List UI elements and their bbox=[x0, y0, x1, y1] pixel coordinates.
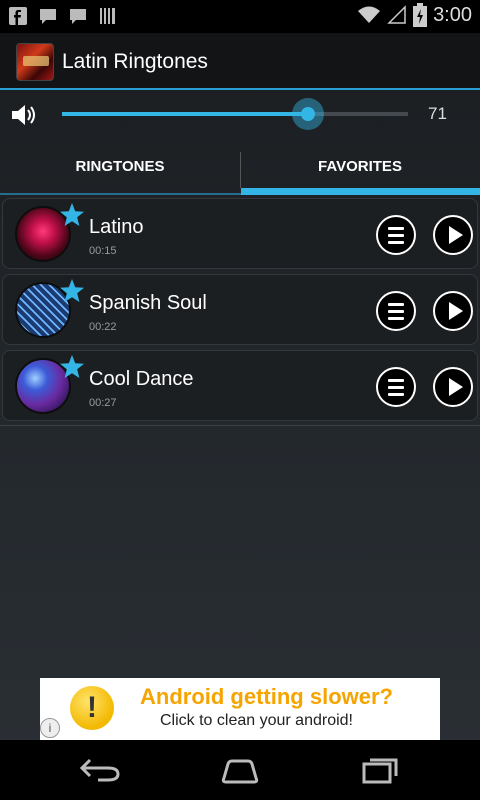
favorite-star-icon[interactable] bbox=[59, 278, 85, 304]
play-button[interactable] bbox=[433, 367, 473, 407]
ringtone-row[interactable]: Spanish Soul 00:22 bbox=[2, 274, 478, 345]
chat-icon bbox=[40, 9, 56, 24]
app-title: Latin Ringtones bbox=[62, 50, 208, 73]
status-bar: 3:00 bbox=[0, 0, 480, 33]
menu-button[interactable] bbox=[376, 367, 416, 407]
ringtone-duration: 00:27 bbox=[89, 397, 117, 409]
play-icon bbox=[449, 378, 463, 396]
clock: 3:00 bbox=[433, 3, 472, 26]
navigation-bar bbox=[0, 740, 480, 800]
tab-selected-indicator bbox=[241, 188, 480, 195]
list-divider bbox=[0, 425, 480, 426]
battery-charging-icon bbox=[413, 3, 428, 27]
ringtone-duration: 00:15 bbox=[89, 245, 117, 257]
volume-slider[interactable] bbox=[62, 98, 408, 130]
app-bar: Latin Ringtones bbox=[0, 33, 480, 90]
ringtone-row[interactable]: Latino 00:15 bbox=[2, 198, 478, 269]
wifi-icon bbox=[358, 6, 381, 23]
volume-control: 71 bbox=[0, 90, 480, 140]
ad-info-icon[interactable]: i bbox=[40, 718, 60, 738]
volume-slider-thumb[interactable] bbox=[292, 98, 324, 130]
facebook-icon bbox=[9, 7, 27, 25]
ringtone-list: Latino 00:15 Spanish Soul 00:22 Cool Dan… bbox=[0, 198, 480, 426]
play-button[interactable] bbox=[433, 215, 473, 255]
barcode-icon bbox=[100, 8, 115, 24]
ad-title: Android getting slower? bbox=[140, 684, 393, 709]
favorite-star-icon[interactable] bbox=[59, 354, 85, 380]
chat-icon bbox=[70, 9, 86, 24]
ringtone-duration: 00:22 bbox=[89, 321, 117, 333]
favorite-star-icon[interactable] bbox=[59, 202, 85, 228]
menu-button[interactable] bbox=[376, 215, 416, 255]
recents-icon[interactable] bbox=[358, 754, 402, 786]
back-icon[interactable] bbox=[78, 754, 122, 786]
home-icon[interactable] bbox=[218, 754, 262, 786]
signal-icon bbox=[387, 5, 406, 24]
ad-banner[interactable]: ! Android getting slower? Click to clean… bbox=[40, 678, 440, 740]
volume-slider-fill bbox=[62, 112, 308, 116]
menu-button[interactable] bbox=[376, 291, 416, 331]
play-icon bbox=[449, 226, 463, 244]
ad-subtitle: Click to clean your android! bbox=[160, 712, 353, 729]
ringtone-title: Cool Dance bbox=[89, 368, 194, 390]
ringtone-title: Latino bbox=[89, 216, 144, 238]
ringtone-row[interactable]: Cool Dance 00:27 bbox=[2, 350, 478, 421]
app-icon[interactable] bbox=[16, 43, 54, 81]
volume-value: 71 bbox=[428, 104, 447, 123]
tab-ringtones[interactable]: RINGTONES bbox=[0, 144, 240, 196]
play-icon bbox=[449, 302, 463, 320]
ringtone-title: Spanish Soul bbox=[89, 292, 207, 314]
play-button[interactable] bbox=[433, 291, 473, 331]
speaker-icon[interactable] bbox=[10, 102, 40, 128]
lightbulb-icon: ! bbox=[70, 686, 114, 730]
